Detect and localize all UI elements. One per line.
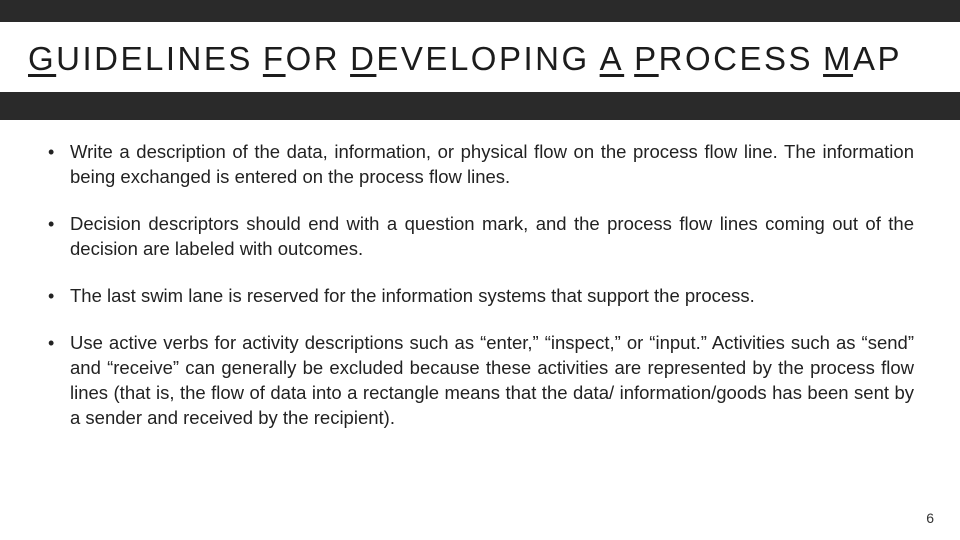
top-bar <box>0 0 960 22</box>
title-word: MAP <box>823 40 902 78</box>
bullet-item: Use active verbs for activity descriptio… <box>46 331 914 431</box>
title-block: GUIDELINES FOR DEVELOPING APROCESS MAP <box>0 22 960 88</box>
title-word: DEVELOPING <box>350 40 590 78</box>
title-word: A <box>600 40 625 78</box>
bullet-item: Write a description of the data, informa… <box>46 140 914 190</box>
title-word: PROCESS <box>634 40 813 78</box>
title-word: GUIDELINES <box>28 40 253 78</box>
page-number: 6 <box>926 510 934 526</box>
body: Write a description of the data, informa… <box>0 120 960 431</box>
bullet-list: Write a description of the data, informa… <box>46 140 914 431</box>
bullet-item: The last swim lane is reserved for the i… <box>46 284 914 309</box>
bullet-item: Decision descriptors should end with a q… <box>46 212 914 262</box>
title-underbar <box>0 92 960 120</box>
slide-title: GUIDELINES FOR DEVELOPING APROCESS MAP <box>28 40 932 78</box>
title-word: FOR <box>263 40 340 78</box>
slide: GUIDELINES FOR DEVELOPING APROCESS MAP Write… <box>0 0 960 540</box>
